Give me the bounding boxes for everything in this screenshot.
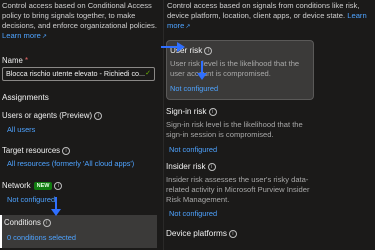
info-icon[interactable]: i: [62, 146, 71, 155]
policy-intro: Control access based on Conditional Acce…: [2, 1, 158, 41]
checkmark-icon: ✓: [145, 70, 151, 77]
info-icon[interactable]: i: [228, 229, 237, 238]
policy-intro-text: Control access based on Conditional Acce…: [2, 1, 157, 30]
info-icon[interactable]: i: [94, 111, 103, 120]
external-link-icon: ↗: [41, 33, 47, 40]
info-icon[interactable]: i: [208, 107, 217, 116]
target-resources-link[interactable]: All resources (formerly 'All cloud apps'…: [7, 159, 134, 169]
insider-risk-description: Insider risk assesses the user's risky d…: [166, 175, 310, 204]
new-badge: NEW: [33, 181, 53, 190]
target-resources-label: Target resources i: [2, 146, 71, 156]
users-link[interactable]: All users: [7, 125, 35, 135]
assignments-heading: Assignments: [2, 93, 49, 102]
info-icon[interactable]: i: [42, 218, 51, 227]
conditions-link[interactable]: 0 conditions selected: [7, 233, 76, 243]
user-risk-description: User risk level is the likelihood that t…: [170, 59, 300, 78]
user-risk-link[interactable]: Not configured: [170, 84, 218, 94]
network-link[interactable]: Not configured: [7, 195, 55, 205]
policy-name-value: Blocca rischio utente elevato - Richiedi…: [6, 69, 146, 78]
policy-name-input[interactable]: Blocca rischio utente elevato - Richiedi…: [2, 67, 155, 81]
insider-risk-link[interactable]: Not configured: [169, 209, 217, 219]
pointer-arrow-icon: [161, 42, 185, 52]
external-link-icon: ↗: [185, 23, 191, 30]
pointer-arrow-icon: [51, 197, 61, 216]
learn-more-link[interactable]: Learn more↗: [2, 31, 47, 40]
conditions-pane: Control access based on signals from con…: [161, 0, 375, 250]
users-label: Users or agents (Preview) i: [2, 111, 103, 121]
info-icon[interactable]: i: [207, 162, 216, 171]
pointer-arrow-icon: [197, 61, 207, 80]
info-icon[interactable]: i: [54, 181, 63, 190]
conditions-intro: Control access based on signals from con…: [167, 1, 372, 32]
required-marker: *: [24, 56, 29, 65]
device-platforms-title: Device platforms i: [166, 229, 237, 240]
info-icon[interactable]: i: [204, 46, 213, 55]
signin-risk-title: Sign-in risk i: [166, 107, 217, 118]
signin-risk-link[interactable]: Not configured: [169, 145, 217, 155]
signin-risk-description: Sign-in risk level is the likelihood tha…: [166, 120, 303, 139]
name-label: Name *: [2, 56, 29, 65]
conditions-label: Conditions i: [4, 218, 51, 228]
insider-risk-title: Insider risk i: [166, 162, 216, 173]
network-label: Network NEW i: [2, 181, 63, 191]
conditional-access-policy-pane: Control access based on Conditional Acce…: [0, 0, 160, 250]
conditions-intro-text: Control access based on signals from con…: [167, 1, 360, 20]
